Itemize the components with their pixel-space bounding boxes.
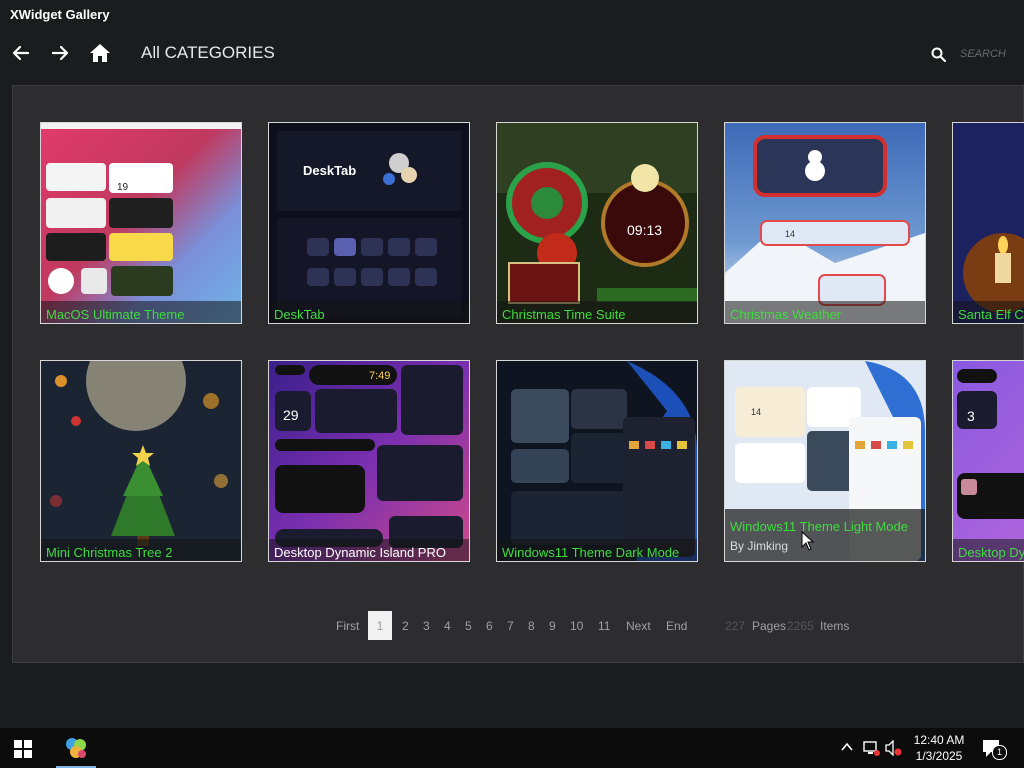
svg-text:7:49: 7:49 bbox=[369, 370, 390, 382]
widget-card[interactable]: 14 Christmas Weather bbox=[724, 122, 926, 324]
widget-thumbnail bbox=[41, 361, 241, 561]
current-page[interactable]: 1 bbox=[368, 611, 392, 640]
widget-thumbnail: 19 bbox=[41, 123, 241, 323]
app-title: XWidget Gallery bbox=[10, 7, 110, 22]
widget-name: Mini Christmas Tree 2 bbox=[46, 545, 173, 560]
widget-card[interactable]: DeskTab DeskTab bbox=[268, 122, 470, 324]
page-title: All CATEGORIES bbox=[141, 43, 275, 62]
widget-name: MacOS Ultimate Theme bbox=[46, 307, 185, 322]
page-link[interactable]: 2 bbox=[402, 619, 409, 633]
page-link[interactable]: 7 bbox=[507, 619, 514, 633]
taskbar: 12:40 AM 1/3/2025 1 bbox=[0, 728, 1024, 768]
widget-card[interactable]: 14 Windows11 Theme Light Mode By Jimking bbox=[724, 360, 926, 562]
page-link[interactable]: 9 bbox=[549, 619, 556, 633]
svg-text:29: 29 bbox=[283, 407, 299, 423]
widget-name: Desktop Dy bbox=[958, 545, 1024, 560]
widget-author: By Jimking bbox=[730, 539, 789, 553]
forward-button[interactable] bbox=[47, 40, 73, 66]
total-items-count: 2265 bbox=[787, 619, 814, 633]
widget-name: Windows11 Theme Dark Mode bbox=[502, 545, 680, 560]
svg-text:14: 14 bbox=[785, 229, 795, 239]
widget-card[interactable]: Mini Christmas Tree 2 bbox=[40, 360, 242, 562]
notification-button[interactable]: 1 bbox=[982, 739, 1007, 764]
windows-start-icon bbox=[14, 740, 32, 758]
search-icon[interactable] bbox=[931, 47, 946, 62]
next-page-link[interactable]: Next bbox=[626, 619, 651, 633]
svg-text:09:13: 09:13 bbox=[627, 222, 662, 238]
page-link[interactable]: 11 bbox=[598, 619, 610, 633]
tray-chevron[interactable] bbox=[840, 740, 854, 759]
page-link[interactable]: 4 bbox=[444, 619, 451, 633]
end-page-link[interactable]: End bbox=[666, 619, 687, 633]
first-page-link[interactable]: First bbox=[336, 619, 359, 633]
widget-thumbnail: DeskTab bbox=[269, 123, 469, 323]
widget-name: Santa Elf C bbox=[958, 307, 1024, 322]
arrow-right-icon bbox=[51, 45, 69, 61]
tray-network[interactable] bbox=[862, 740, 880, 761]
widget-card[interactable]: Windows11 Theme Dark Mode bbox=[496, 360, 698, 562]
svg-text:3: 3 bbox=[967, 408, 975, 424]
widget-card[interactable]: Santa Elf C bbox=[952, 122, 1024, 324]
widget-name: Christmas Time Suite bbox=[502, 307, 626, 322]
xwidget-app-icon bbox=[66, 738, 86, 758]
notification-count: 1 bbox=[992, 745, 1007, 760]
clock-time: 12:40 AM bbox=[913, 733, 965, 747]
page-link[interactable]: 3 bbox=[423, 619, 430, 633]
page-link[interactable]: 8 bbox=[528, 619, 535, 633]
chevron-up-icon bbox=[841, 742, 853, 751]
svg-text:14: 14 bbox=[751, 407, 761, 417]
app-window: XWidget Gallery All CATEGORIES 1 bbox=[0, 0, 1024, 768]
search-box[interactable] bbox=[922, 40, 1024, 68]
taskbar-app-xwidget[interactable] bbox=[56, 728, 96, 768]
svg-text:DeskTab: DeskTab bbox=[303, 163, 356, 178]
widget-thumbnail: 09:13 bbox=[497, 123, 697, 323]
home-button[interactable] bbox=[87, 40, 113, 66]
widget-card[interactable]: 7:49 29 Desktop Dynamic Island PRO bbox=[268, 360, 470, 562]
svg-text:19: 19 bbox=[117, 182, 129, 193]
widget-name: Christmas Weather bbox=[730, 307, 842, 322]
title-bar: XWidget Gallery bbox=[0, 0, 1024, 30]
search-input[interactable] bbox=[960, 44, 1024, 64]
widget-card[interactable]: 19 MacOS Ultimate Theme bbox=[40, 122, 242, 324]
volume-muted-icon bbox=[885, 739, 902, 757]
widget-thumbnail bbox=[953, 123, 1024, 323]
widget-name: DeskTab bbox=[274, 307, 325, 322]
nav-bar: All CATEGORIES bbox=[0, 30, 1024, 76]
widget-card[interactable]: 3 Desktop Dy bbox=[952, 360, 1024, 562]
page-link[interactable]: 10 bbox=[570, 619, 583, 633]
total-pages-count: 227 bbox=[725, 619, 746, 633]
taskbar-clock[interactable]: 12:40 AM 1/3/2025 bbox=[908, 732, 970, 764]
mouse-cursor-icon bbox=[801, 531, 815, 551]
pages-label: Pages bbox=[752, 619, 787, 633]
widget-thumbnail: 3 bbox=[953, 361, 1024, 561]
widget-thumbnail: 14 bbox=[725, 123, 925, 323]
widget-thumbnail bbox=[497, 361, 697, 561]
back-button[interactable] bbox=[8, 40, 34, 66]
tray-volume[interactable] bbox=[885, 739, 903, 761]
widget-thumbnail: 7:49 29 bbox=[269, 361, 469, 561]
page-link[interactable]: 6 bbox=[486, 619, 493, 633]
page-link[interactable]: 5 bbox=[465, 619, 472, 633]
start-button[interactable] bbox=[14, 740, 32, 763]
pagination: First 1 2 3 4 5 6 7 8 9 10 11 Next End 2… bbox=[0, 611, 1024, 641]
items-label: Items bbox=[820, 619, 850, 633]
network-icon bbox=[863, 741, 880, 756]
widget-card[interactable]: 09:13 Christmas Time Suite bbox=[496, 122, 698, 324]
widget-name: Desktop Dynamic Island PRO bbox=[274, 545, 446, 560]
widget-grid: 19 MacOS Ultimate Theme DeskTab DeskTab … bbox=[40, 122, 1024, 562]
home-icon bbox=[90, 44, 110, 62]
arrow-left-icon bbox=[12, 45, 30, 61]
widget-name: Windows11 Theme Light Mode bbox=[730, 519, 909, 534]
clock-date: 1/3/2025 bbox=[915, 749, 963, 763]
